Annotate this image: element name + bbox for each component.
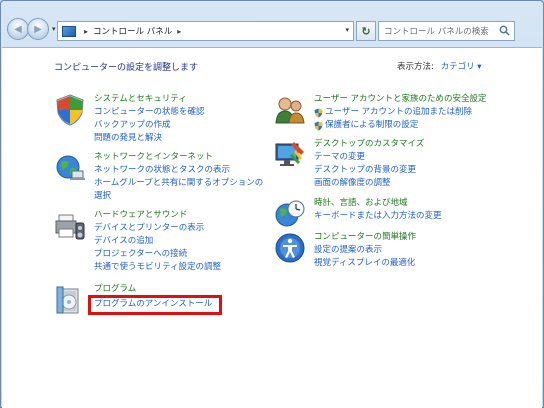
task-link[interactable]: プロジェクターへの接続 bbox=[94, 248, 221, 261]
breadcrumb-separator-icon[interactable]: ▸ bbox=[177, 27, 181, 36]
search-placeholder: コントロール パネルの検索 bbox=[384, 27, 489, 37]
task-link[interactable]: デスクトップの背景の変更 bbox=[314, 164, 424, 177]
arrow-right-icon: ▶ bbox=[34, 23, 42, 35]
main-content: コンピューターの設定を調整します 表示方法: カテゴリ ▾ システムとセキュリテ… bbox=[2, 47, 542, 408]
task-link[interactable]: 選択 bbox=[94, 190, 263, 203]
users-icon[interactable] bbox=[274, 93, 306, 127]
task-link[interactable]: 設定の提案の表示 bbox=[314, 244, 416, 257]
category-network-internet: ネットワークとインターネット ネットワークの状態とタスクの表示 ホームグループと… bbox=[54, 151, 263, 203]
task-link[interactable]: デバイスの追加 bbox=[94, 235, 221, 248]
view-by-label: 表示方法: bbox=[397, 62, 434, 72]
address-bar[interactable]: ▸ コントロール パネル ▸ ▾ bbox=[57, 21, 354, 41]
task-link[interactable]: ホームグループと共有に関するオプションの bbox=[94, 177, 263, 190]
category-title[interactable]: デスクトップのカスタマイズ bbox=[314, 138, 424, 151]
task-link[interactable]: テーマの変更 bbox=[314, 151, 424, 164]
shield-icon[interactable] bbox=[54, 93, 86, 127]
category-appearance: デスクトップのカスタマイズ テーマの変更 デスクトップの背景の変更 画面の解像度… bbox=[274, 138, 424, 190]
category-title[interactable]: ユーザー アカウントと家族のための安全設定 bbox=[314, 93, 487, 106]
task-link[interactable]: デバイスとプリンターの表示 bbox=[94, 222, 221, 235]
category-ease-of-access: コンピューターの簡単操作 設定の提案の表示 視覚ディスプレイの最適化 bbox=[274, 231, 416, 270]
task-link[interactable]: 画面の解像度の調整 bbox=[314, 177, 424, 190]
printer-icon[interactable] bbox=[54, 209, 86, 243]
task-link[interactable]: キーボードまたは入力方法の変更 bbox=[314, 210, 442, 223]
category-clock-language-region: 時計、言語、および地域 キーボードまたは入力方法の変更 bbox=[274, 197, 442, 231]
address-toolbar: ◀ ▶ ▾ ▸ コントロール パネル ▸ ▾ ↻ コントロール パネルの検索 bbox=[1, 1, 543, 47]
search-icon[interactable] bbox=[499, 25, 510, 36]
category-title[interactable]: 時計、言語、および地域 bbox=[314, 197, 442, 210]
network-globe-icon[interactable] bbox=[54, 151, 86, 185]
task-link[interactable]: 問題の発見と解決 bbox=[94, 132, 205, 145]
back-button[interactable]: ◀ bbox=[7, 18, 29, 40]
task-link[interactable]: ユーザー アカウントの追加または削除 bbox=[314, 106, 487, 119]
category-title[interactable]: ネットワークとインターネット bbox=[94, 151, 263, 164]
address-dropdown-icon[interactable]: ▾ bbox=[345, 26, 349, 34]
recent-pages-dropdown[interactable]: ▾ bbox=[52, 25, 56, 33]
control-panel-window: ◀ ▶ ▾ ▸ コントロール パネル ▸ ▾ ↻ コントロール パネルの検索 コ… bbox=[0, 0, 544, 408]
forward-button[interactable]: ▶ bbox=[27, 18, 49, 40]
task-link[interactable]: ネットワークの状態とタスクの表示 bbox=[94, 164, 263, 177]
category-title[interactable]: コンピューターの簡単操作 bbox=[314, 231, 416, 244]
category-title[interactable]: ハードウェアとサウンド bbox=[94, 209, 221, 222]
refresh-icon: ↻ bbox=[361, 24, 371, 38]
clock-globe-icon[interactable] bbox=[274, 197, 306, 231]
arrow-left-icon: ◀ bbox=[14, 23, 22, 35]
highlight-box bbox=[88, 295, 222, 315]
breadcrumb-separator-icon[interactable]: ▸ bbox=[84, 27, 88, 36]
view-by: 表示方法: カテゴリ ▾ bbox=[397, 60, 482, 72]
category-hardware-sound: ハードウェアとサウンド デバイスとプリンターの表示 デバイスの追加 プロジェクタ… bbox=[54, 209, 221, 274]
category-title[interactable]: システムとセキュリティ bbox=[94, 93, 205, 106]
category-system-security: システムとセキュリティ コンピューターの状態を確認 バックアップの作成 問題の発… bbox=[54, 93, 205, 145]
task-link[interactable]: 保護者による制限の設定 bbox=[314, 119, 487, 132]
desktop-monitor-icon[interactable] bbox=[274, 138, 306, 172]
page-title: コンピューターの設定を調整します bbox=[54, 63, 199, 73]
uac-shield-icon bbox=[314, 108, 323, 117]
task-link[interactable]: コンピューターの状態を確認 bbox=[94, 106, 205, 119]
category-user-accounts: ユーザー アカウントと家族のための安全設定 ユーザー アカウントの追加または削除… bbox=[274, 93, 487, 132]
control-panel-icon bbox=[62, 25, 76, 37]
refresh-button[interactable]: ↻ bbox=[356, 21, 376, 41]
programs-icon[interactable] bbox=[54, 283, 86, 317]
uac-shield-icon bbox=[314, 121, 323, 130]
ease-of-access-icon[interactable] bbox=[274, 231, 306, 265]
view-by-dropdown[interactable]: カテゴリ ▾ bbox=[441, 62, 482, 72]
task-link[interactable]: 視覚ディスプレイの最適化 bbox=[314, 257, 416, 270]
breadcrumb-control-panel[interactable]: コントロール パネル bbox=[93, 25, 172, 37]
search-input[interactable]: コントロール パネルの検索 bbox=[378, 21, 515, 41]
task-link[interactable]: 共通で使うモビリティ設定の調整 bbox=[94, 261, 221, 274]
task-link[interactable]: バックアップの作成 bbox=[94, 119, 205, 132]
